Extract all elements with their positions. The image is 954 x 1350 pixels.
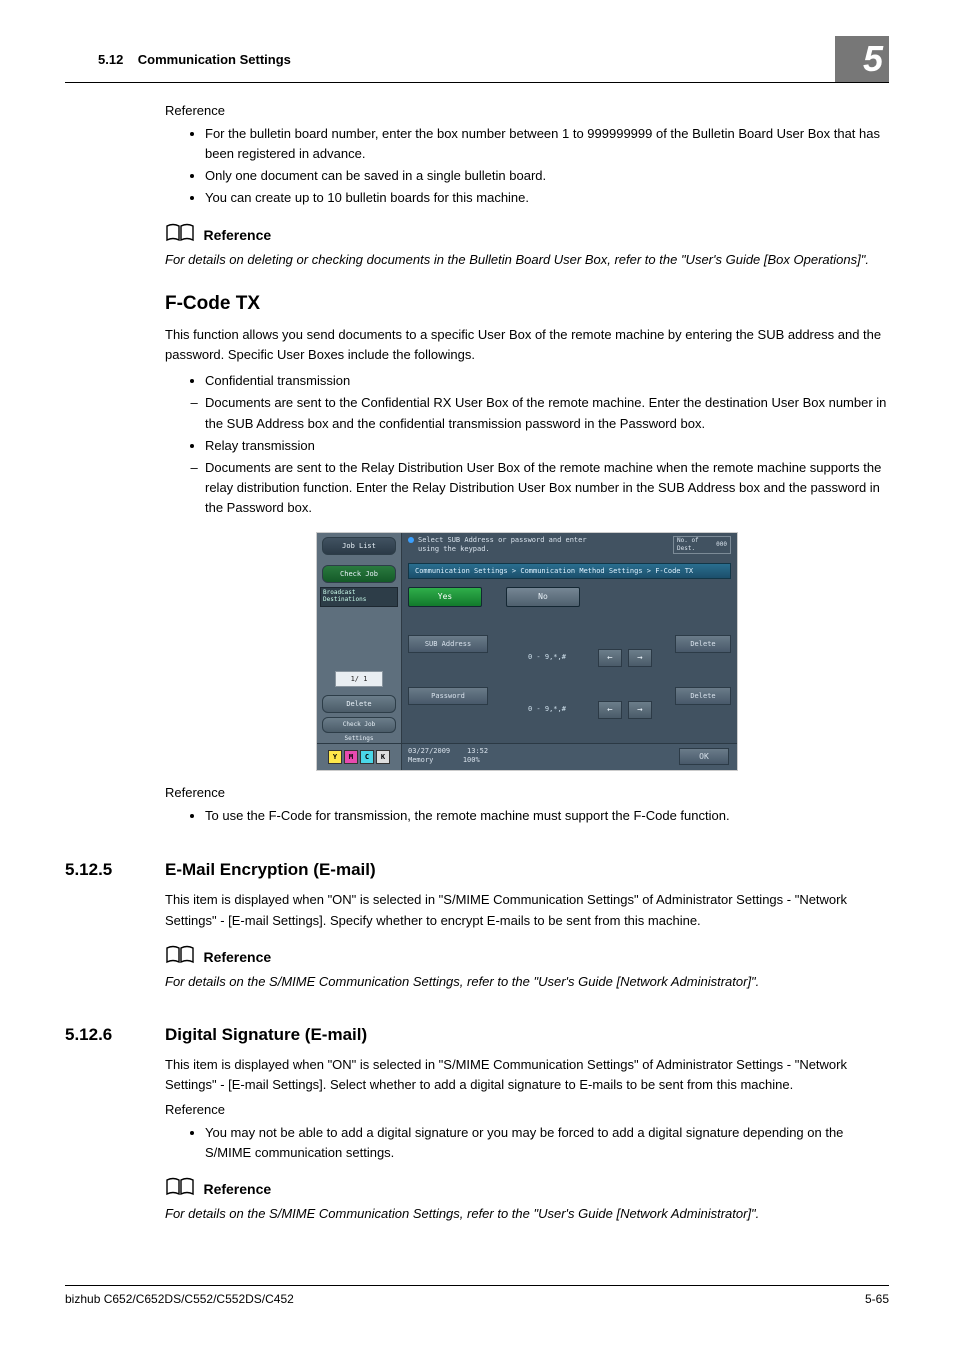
section-number: 5.12.6 (65, 1025, 165, 1045)
breadcrumb: Communication Settings > Communication M… (408, 563, 731, 579)
list-item: Documents are sent to the Relay Distribu… (205, 458, 889, 518)
toner-c-icon: C (360, 750, 374, 764)
allowed-chars: 0 - 9,*,# (528, 653, 566, 661)
toner-k-icon: K (376, 750, 390, 764)
section-title: Digital Signature (E-mail) (165, 1025, 367, 1045)
check-job-button[interactable]: Check Job (322, 565, 396, 583)
list-item: To use the F-Code for transmission, the … (205, 806, 889, 826)
fcode-intro: This function allows you send documents … (165, 325, 889, 365)
arrow-left-icon[interactable]: ← (598, 649, 622, 667)
dest-value: 000 (716, 541, 727, 549)
password-button[interactable]: Password (408, 687, 488, 705)
job-list-button[interactable]: Job List (322, 537, 396, 555)
reference-note: For details on deleting or checking docu… (165, 250, 889, 270)
page-footer: bizhub C652/C652DS/C552/C552DS/C452 5-65 (65, 1285, 889, 1306)
header-section-number: 5.12 (98, 52, 123, 67)
hint-indicator-icon (408, 537, 414, 543)
book-icon (165, 1177, 195, 1202)
sub-address-field: SUB Address 0 - 9,*,# ← → Delete (408, 635, 731, 669)
section-title: E-Mail Encryption (E-mail) (165, 860, 376, 880)
footer-page: 5-65 (865, 1292, 889, 1306)
check-job-settings-button[interactable]: Check JobSettings (322, 717, 396, 733)
list-item: Confidential transmission (205, 371, 889, 391)
delete-button[interactable]: Delete (322, 695, 396, 713)
footer-model: bizhub C652/C652DS/C552/C552DS/C452 (65, 1292, 294, 1306)
header-section-title: Communication Settings (138, 52, 291, 67)
destination-count: No. ofDest. 000 (673, 536, 731, 554)
list-item: Only one document can be saved in a sing… (205, 166, 889, 186)
allowed-chars: 0 - 9,*,# (528, 705, 566, 713)
sub-address-button[interactable]: SUB Address (408, 635, 488, 653)
reference-label: Reference (165, 1102, 889, 1117)
status-timestamp: 03/27/2009 13:52 Memory 100% (408, 747, 488, 764)
chapter-badge: 5 (835, 36, 889, 82)
yes-button[interactable]: Yes (408, 587, 482, 607)
reference-note: For details on the S/MIME Communication … (165, 1204, 889, 1224)
reference-label: Reference (165, 785, 889, 800)
hint-text: Select SUB Address or password and enter… (418, 536, 587, 553)
fcode-heading: F-Code TX (165, 293, 889, 315)
toner-y-icon: Y (328, 750, 342, 764)
list-item: Relay transmission (205, 436, 889, 456)
reference-heading: Reference (203, 1181, 271, 1197)
list-item: You can create up to 10 bulletin boards … (205, 188, 889, 208)
reference-bullets: For the bulletin board number, enter the… (165, 124, 889, 209)
section-body: This item is displayed when "ON" is sele… (165, 1055, 889, 1095)
page-header: 5.12 Communication Settings 5 (65, 40, 889, 83)
dest-label: No. ofDest. (677, 537, 699, 553)
list-item: Documents are sent to the Confidential R… (205, 393, 889, 433)
reference-heading: Reference (203, 949, 271, 965)
delete-field-button[interactable]: Delete (675, 635, 731, 653)
reference-note: For details on the S/MIME Communication … (165, 972, 889, 992)
list-item: For the bulletin board number, enter the… (205, 124, 889, 164)
book-icon (165, 945, 195, 970)
toner-m-icon: M (344, 750, 358, 764)
delete-field-button[interactable]: Delete (675, 687, 731, 705)
ok-button[interactable]: OK (679, 748, 729, 765)
no-button[interactable]: No (506, 587, 580, 607)
password-field: Password 0 - 9,*,# ← → Delete (408, 687, 731, 721)
section-number: 5.12.5 (65, 860, 165, 880)
list-item: You may not be able to add a digital sig… (205, 1123, 889, 1163)
device-screenshot: Job List Select SUB Address or password … (316, 532, 738, 771)
reference-heading: Reference (203, 227, 271, 243)
reference-label: Reference (165, 103, 889, 118)
arrow-right-icon[interactable]: → (628, 649, 652, 667)
arrow-left-icon[interactable]: ← (598, 701, 622, 719)
broadcast-destinations-label: BroadcastDestinations (320, 587, 398, 606)
page-indicator: 1/ 1 (335, 671, 383, 687)
section-body: This item is displayed when "ON" is sele… (165, 890, 889, 930)
arrow-right-icon[interactable]: → (628, 701, 652, 719)
book-icon (165, 223, 195, 248)
